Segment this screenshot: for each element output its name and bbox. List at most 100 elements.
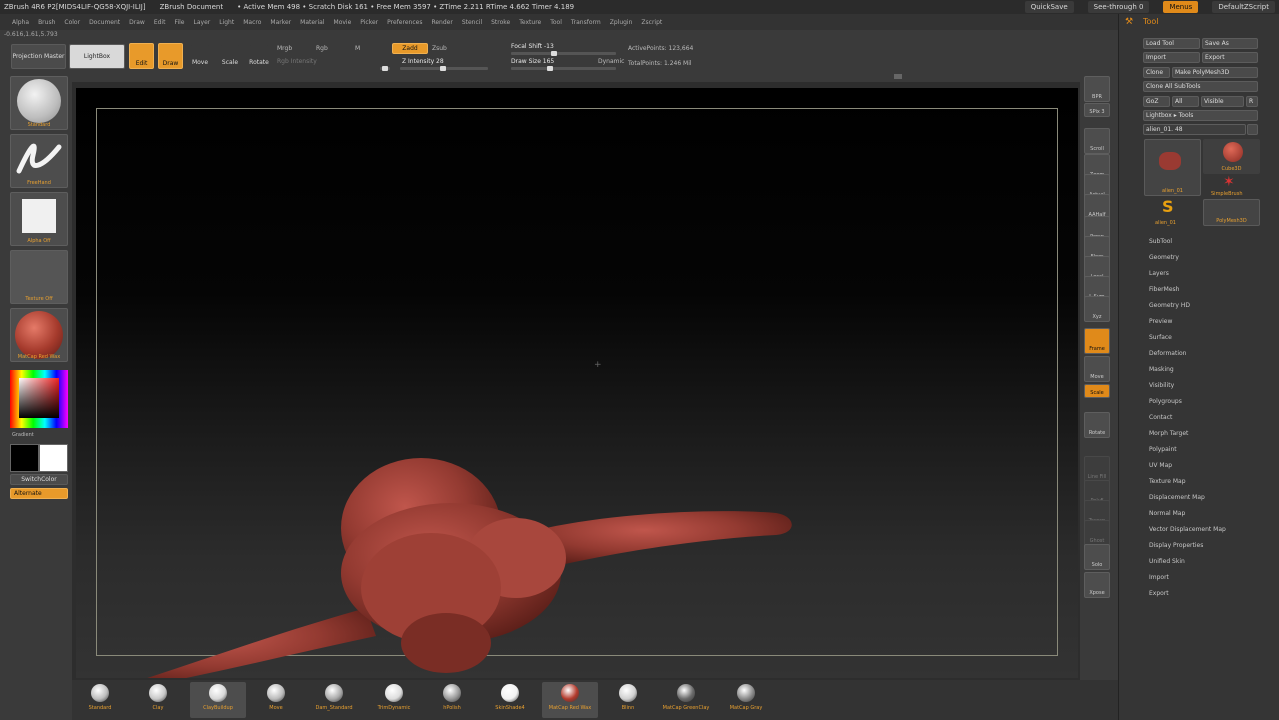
rgb-intensity-track[interactable] (380, 66, 390, 71)
quick-standard[interactable]: Standard (72, 682, 128, 718)
menu-edit[interactable]: Edit (154, 19, 166, 26)
shelf-spix-3[interactable]: SPix 3 (1084, 103, 1110, 117)
menu-stroke[interactable]: Stroke (491, 19, 510, 26)
menu-zscript[interactable]: Zscript (641, 19, 662, 26)
quick-move[interactable]: Move (248, 682, 304, 718)
quick-blinn[interactable]: Blinn (600, 682, 656, 718)
menu-preferences[interactable]: Preferences (387, 19, 422, 26)
menu-texture[interactable]: Texture (519, 19, 541, 26)
projection-master-button[interactable]: Projection Master (11, 44, 66, 69)
shelf-rotate[interactable]: Rotate (1084, 412, 1110, 438)
mrgb-toggle[interactable]: Mrgb (277, 45, 292, 52)
tool-subpalette-geometry[interactable]: Geometry (1149, 254, 1179, 261)
tool-subpalette-displacement-map[interactable]: Displacement Map (1149, 494, 1205, 501)
tool-subpalette-subtool[interactable]: SubTool (1149, 238, 1172, 245)
quick-matcap-gray[interactable]: MatCap Gray (718, 682, 774, 718)
zadd-toggle[interactable]: Zadd (392, 43, 428, 54)
m-toggle[interactable]: M (355, 45, 360, 52)
goz-r-button[interactable]: R (1246, 96, 1258, 107)
focal-shift-slider[interactable]: Focal Shift -13 (511, 43, 554, 50)
menu-transform[interactable]: Transform (571, 19, 601, 26)
goz-all-button[interactable]: All (1172, 96, 1199, 107)
make-polymesh-button[interactable]: Make PolyMesh3D (1172, 67, 1258, 78)
tool-subpalette-geometry-hd[interactable]: Geometry HD (1149, 302, 1190, 309)
default-zscript-button[interactable]: DefaultZScript (1212, 1, 1275, 13)
menu-file[interactable]: File (174, 19, 184, 26)
color-picker[interactable] (10, 370, 68, 428)
edit-button[interactable]: Edit (129, 43, 154, 69)
lightbox-tools-button[interactable]: Lightbox ▸ Tools (1143, 110, 1258, 121)
switch-color-button[interactable]: SwitchColor (10, 474, 68, 485)
move-button[interactable]: Move (190, 44, 210, 68)
tool-subpalette-texture-map[interactable]: Texture Map (1149, 478, 1186, 485)
brush-selector[interactable]: Standard (10, 76, 68, 130)
shelf-xyz[interactable]: Xyz (1084, 296, 1110, 322)
z-intensity-track[interactable] (400, 66, 488, 71)
menu-stencil[interactable]: Stencil (462, 19, 482, 26)
lightbox-button[interactable]: LightBox (69, 44, 125, 69)
shelf-ghost[interactable]: Ghost (1084, 520, 1110, 546)
current-tool-slider[interactable]: alien_01. 48 (1143, 124, 1246, 135)
tool-subpalette-uv-map[interactable]: UV Map (1149, 462, 1172, 469)
alpha-selector[interactable]: Alpha Off (10, 192, 68, 246)
export-button[interactable]: Export (1202, 52, 1258, 63)
shelf-move[interactable]: Move (1084, 356, 1110, 382)
shelf-xpose[interactable]: Xpose (1084, 572, 1110, 598)
menu-picker[interactable]: Picker (360, 19, 378, 26)
goz-visible-button[interactable]: Visible (1201, 96, 1244, 107)
load-tool-button[interactable]: Load Tool (1143, 38, 1200, 49)
alternate-button[interactable]: Alternate (10, 488, 68, 499)
tool-tile-alien[interactable]: alien_01 (1144, 139, 1201, 196)
shelf-frame[interactable]: Frame (1084, 328, 1110, 354)
menu-light[interactable]: Light (219, 19, 234, 26)
tool-subpalette-polypaint[interactable]: Polypaint (1149, 446, 1177, 453)
tool-subpalette-layers[interactable]: Layers (1149, 270, 1169, 277)
tool-subpalette-polygroups[interactable]: Polygroups (1149, 398, 1182, 405)
stroke-selector[interactable]: FreeHand (10, 134, 68, 188)
quicksave-button[interactable]: QuickSave (1024, 1, 1074, 13)
quick-dam-standard[interactable]: Dam_Standard (306, 682, 362, 718)
quick-trimdynamic[interactable]: TrimDynamic (366, 682, 422, 718)
quick-clay[interactable]: Clay (130, 682, 186, 718)
simplebrush-thumb-icon[interactable]: ✶ (1223, 174, 1235, 190)
menu-movie[interactable]: Movie (334, 19, 352, 26)
tool-subpalette-contact[interactable]: Contact (1149, 414, 1172, 421)
tool-tile-cube[interactable]: Cube3D (1203, 139, 1260, 174)
main-color-swatch[interactable] (10, 444, 39, 472)
tool-subpalette-preview[interactable]: Preview (1149, 318, 1172, 325)
quick-skinshade4[interactable]: SkinShade4 (482, 682, 538, 718)
draw-button[interactable]: Draw (158, 43, 183, 69)
rgb-toggle[interactable]: Rgb (316, 45, 328, 52)
quick-hpolish[interactable]: hPolish (424, 682, 480, 718)
save-as-button[interactable]: Save As (1202, 38, 1258, 49)
tool-subpalette-surface[interactable]: Surface (1149, 334, 1172, 341)
tool-subpalette-import[interactable]: Import (1149, 574, 1169, 581)
quick-matcap-red-wax[interactable]: MatCap Red Wax (542, 682, 598, 718)
canvas-top-scroll[interactable] (76, 74, 1076, 82)
tool-subpalette-normal-map[interactable]: Normal Map (1149, 510, 1185, 517)
tool-subpalette-export[interactable]: Export (1149, 590, 1169, 597)
shelf-solo[interactable]: Solo (1084, 544, 1110, 570)
rotate-button[interactable]: Rotate (249, 44, 269, 68)
menu-draw[interactable]: Draw (129, 19, 145, 26)
tool-subpalette-visibility[interactable]: Visibility (1149, 382, 1174, 389)
tool-tile-polymesh[interactable]: PolyMesh3D (1203, 199, 1260, 226)
quick-claybuildup[interactable]: ClayBuildup (190, 682, 246, 718)
menu-material[interactable]: Material (300, 19, 324, 26)
tool-subpalette-fibermesh[interactable]: FiberMesh (1149, 286, 1179, 293)
tool-subpalette-display-properties[interactable]: Display Properties (1149, 542, 1203, 549)
menu-macro[interactable]: Macro (243, 19, 261, 26)
shelf-line-fill[interactable]: Line Fill (1084, 456, 1110, 482)
menu-layer[interactable]: Layer (194, 19, 211, 26)
tool-subpalette-unified-skin[interactable]: Unified Skin (1149, 558, 1185, 565)
menu-alpha[interactable]: Alpha (12, 19, 29, 26)
shelf-scale[interactable]: Scale (1084, 384, 1110, 398)
secondary-color-swatch[interactable] (39, 444, 68, 472)
quick-matcap-greenclay[interactable]: MatCap GreenClay (658, 682, 714, 718)
tool-subpalette-deformation[interactable]: Deformation (1149, 350, 1186, 357)
z-intensity-slider[interactable]: Z Intensity 28 (402, 58, 444, 65)
sculpt-model[interactable] (76, 88, 1078, 678)
tool-subpalette-masking[interactable]: Masking (1149, 366, 1174, 373)
rgb-intensity-slider[interactable]: Rgb Intensity (277, 58, 317, 65)
menu-marker[interactable]: Marker (270, 19, 291, 26)
